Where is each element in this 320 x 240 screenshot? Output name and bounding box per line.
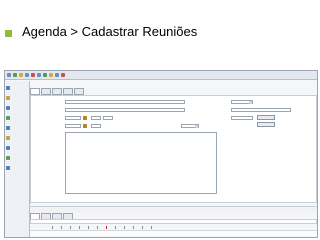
tick bbox=[61, 226, 62, 229]
action-button[interactable] bbox=[257, 115, 275, 120]
tick bbox=[79, 226, 80, 229]
toolbar-item[interactable] bbox=[37, 73, 41, 77]
time-field[interactable] bbox=[91, 116, 101, 120]
text-field[interactable] bbox=[231, 108, 291, 112]
notes-textarea[interactable] bbox=[65, 132, 217, 194]
meeting-form bbox=[30, 95, 317, 203]
toolbar-icon bbox=[25, 73, 29, 77]
sidebar-item[interactable] bbox=[5, 145, 29, 151]
toolbar-item[interactable] bbox=[7, 73, 11, 77]
time-field[interactable] bbox=[91, 124, 101, 128]
toolbar-item[interactable] bbox=[25, 73, 29, 77]
tick bbox=[151, 226, 152, 229]
tick bbox=[97, 226, 98, 229]
sidebar-icon bbox=[6, 86, 10, 90]
toolbar-icon bbox=[31, 73, 35, 77]
sidebar-item[interactable] bbox=[5, 85, 29, 91]
toolbar-icon bbox=[7, 73, 11, 77]
sidebar-icon bbox=[6, 106, 10, 110]
toolbar-icon bbox=[19, 73, 23, 77]
tick bbox=[142, 226, 143, 229]
tick bbox=[70, 226, 71, 229]
sidebar-icon bbox=[6, 116, 10, 120]
sidebar-icon bbox=[6, 126, 10, 130]
date-field[interactable] bbox=[65, 116, 81, 120]
tab[interactable] bbox=[52, 88, 62, 95]
sidebar-item[interactable] bbox=[5, 125, 29, 131]
sidebar-icon bbox=[6, 136, 10, 140]
toolbar-icon bbox=[43, 73, 47, 77]
text-field[interactable] bbox=[231, 116, 253, 120]
table-row bbox=[30, 230, 317, 236]
slide-title: Agenda > Cadastrar Reuniões bbox=[22, 24, 198, 39]
current-time-marker bbox=[106, 226, 107, 229]
toolbar-icon bbox=[61, 73, 65, 77]
toolbar bbox=[5, 71, 317, 80]
toolbar-item[interactable] bbox=[19, 73, 23, 77]
title-bullet bbox=[5, 30, 12, 37]
calendar-icon[interactable] bbox=[83, 116, 87, 120]
chevron-down-icon bbox=[195, 125, 198, 128]
app-screenshot bbox=[4, 70, 318, 238]
tick bbox=[115, 226, 116, 229]
text-field[interactable] bbox=[65, 108, 185, 112]
sidebar-icon bbox=[6, 146, 10, 150]
toolbar-item[interactable] bbox=[55, 73, 59, 77]
sidebar-icon bbox=[6, 96, 10, 100]
select-field[interactable] bbox=[231, 100, 253, 104]
tick bbox=[52, 226, 53, 229]
toolbar-item[interactable] bbox=[43, 73, 47, 77]
toolbar-item[interactable] bbox=[61, 73, 65, 77]
tab[interactable] bbox=[74, 88, 84, 95]
tab[interactable] bbox=[63, 88, 73, 95]
main-panel bbox=[30, 81, 317, 237]
sidebar-icon bbox=[6, 156, 10, 160]
schedule-grid-header bbox=[30, 219, 317, 224]
date-field[interactable] bbox=[65, 124, 81, 128]
tick bbox=[88, 226, 89, 229]
toolbar-icon bbox=[55, 73, 59, 77]
toolbar-item[interactable] bbox=[13, 73, 17, 77]
sidebar bbox=[5, 81, 30, 237]
time-field[interactable] bbox=[103, 116, 113, 120]
sidebar-item[interactable] bbox=[5, 155, 29, 161]
tab[interactable] bbox=[30, 88, 40, 95]
chevron-down-icon bbox=[249, 101, 252, 104]
sidebar-item[interactable] bbox=[5, 95, 29, 101]
tick bbox=[124, 226, 125, 229]
toolbar-icon bbox=[37, 73, 41, 77]
toolbar-icon bbox=[49, 73, 53, 77]
select-field[interactable] bbox=[181, 124, 199, 128]
text-field[interactable] bbox=[65, 100, 185, 104]
form-tabs bbox=[30, 88, 84, 95]
action-button[interactable] bbox=[257, 122, 275, 127]
tab[interactable] bbox=[41, 88, 51, 95]
toolbar-item[interactable] bbox=[49, 73, 53, 77]
toolbar-item[interactable] bbox=[31, 73, 35, 77]
calendar-icon[interactable] bbox=[83, 124, 87, 128]
toolbar-icon bbox=[13, 73, 17, 77]
sidebar-icon bbox=[6, 166, 10, 170]
schedule-header bbox=[30, 206, 317, 213]
sidebar-item[interactable] bbox=[5, 135, 29, 141]
sidebar-item[interactable] bbox=[5, 165, 29, 171]
sidebar-item[interactable] bbox=[5, 115, 29, 121]
sidebar-item[interactable] bbox=[5, 105, 29, 111]
tick bbox=[133, 226, 134, 229]
timeline-ticks bbox=[52, 226, 252, 229]
